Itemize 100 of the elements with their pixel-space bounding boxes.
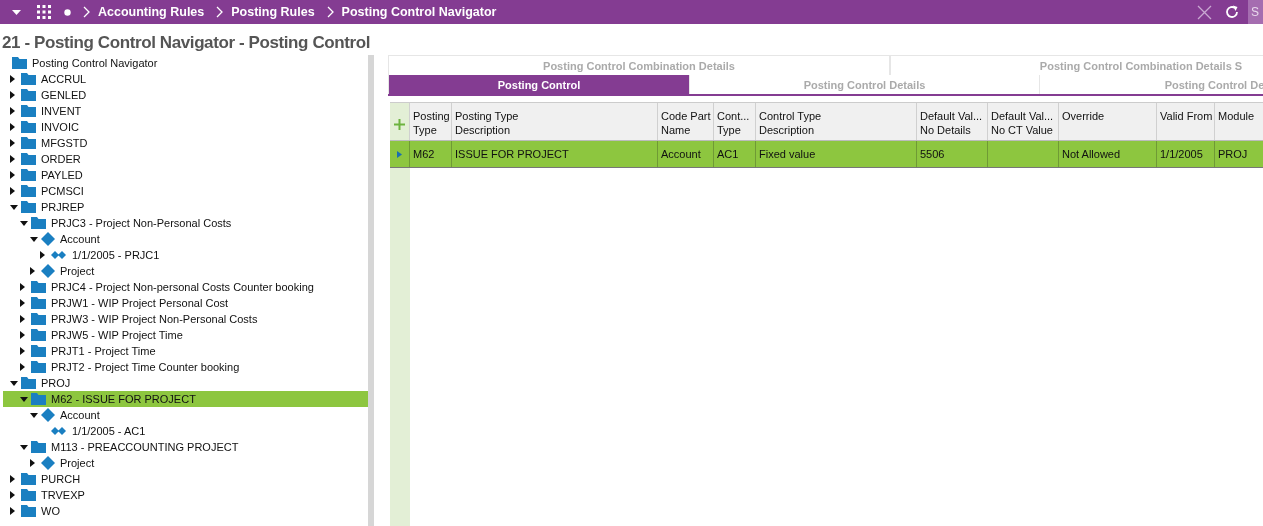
table-cell: 1/1/2005 [1160,148,1203,160]
collapse-arrow-icon[interactable] [10,139,15,147]
refresh-icon[interactable] [1224,4,1240,20]
collapse-arrow-icon[interactable] [20,363,25,371]
collapse-arrow-icon[interactable] [20,299,25,307]
tree-item[interactable]: Project [60,265,95,277]
tree-item[interactable]: PRJREP [41,201,85,213]
collapse-arrow-icon[interactable] [20,331,25,339]
tree-item[interactable]: ORDER [41,153,81,165]
folder-icon [21,89,36,101]
tree-item[interactable]: Account [60,409,100,421]
folder-icon [21,377,36,389]
collapse-arrow-icon[interactable] [30,459,35,467]
collapse-arrow-icon[interactable] [40,251,45,259]
folder-icon [31,441,46,453]
tree-item[interactable]: PURCH [41,473,81,485]
folder-icon [21,473,36,485]
tree-item[interactable]: PRJW3 - WIP Project Non-Personal Costs [51,313,258,325]
collapse-arrow-icon[interactable] [10,491,15,499]
tree-item[interactable]: INVOIC [41,121,79,133]
collapse-arrow-icon[interactable] [10,107,15,115]
close-icon[interactable] [1197,4,1212,20]
tree-item[interactable]: WO [41,505,60,517]
folder-icon [12,57,27,69]
column-header[interactable]: Posting Type Description [452,103,658,140]
folder-icon [31,329,46,341]
column-header[interactable]: Cont... Type [714,103,756,140]
tab[interactable]: Posting Control [388,75,689,94]
tree-item[interactable]: PAYLED [41,169,83,181]
caret-down-icon[interactable] [12,9,21,15]
app-grid-icon[interactable] [37,5,51,19]
tree-item[interactable]: PROJ [41,377,71,389]
tree-item[interactable]: PCMSCI [41,185,84,197]
column-header[interactable]: Valid From [1157,103,1215,140]
folder-icon [21,169,36,181]
tree-item[interactable]: TRVEXP [41,489,85,501]
table-cell: 5506 [920,148,945,160]
search-field[interactable]: S [1248,0,1263,24]
collapse-arrow-icon[interactable] [30,267,35,275]
page-title: 21 - Posting Control Navigator - Posting Control [1,32,372,50]
column-header[interactable]: Posting Type [410,103,452,140]
chevron-icon [216,6,224,18]
column-header[interactable]: Code Part Name [658,103,714,140]
column-header[interactable]: Module [1215,103,1263,140]
breadcrumb-link[interactable]: Posting Rules [231,5,315,19]
column-header[interactable]: Default Val... No Details [917,103,988,140]
tree-item[interactable]: M113 - PREACCOUNTING PROJECT [51,441,239,453]
tree-item[interactable]: Project [60,457,95,469]
tree-item[interactable]: 1/1/2005 - PRJC1 [72,249,160,261]
column-header[interactable]: Override [1059,103,1157,140]
tree-item[interactable]: PRJW5 - WIP Project Time [51,329,183,341]
expand-arrow-icon[interactable] [30,412,38,418]
expand-arrow-icon[interactable] [20,220,28,226]
dot-icon[interactable] [64,8,71,16]
table-cell: AC1 [717,148,739,160]
tree-item[interactable]: PRJW1 - WIP Project Personal Cost [51,297,229,309]
table-cell: Account [661,148,701,160]
tree-item[interactable]: PRJT2 - Project Time Counter booking [51,361,240,373]
breadcrumb-link[interactable]: Accounting Rules [98,5,205,19]
tree-item[interactable]: ACCRUL [41,73,87,85]
tree-item[interactable]: PRJT1 - Project Time [51,345,156,357]
folder-icon [31,313,46,325]
tree-item[interactable]: MFGSTD [41,137,88,149]
expand-arrow-icon[interactable] [10,380,18,386]
breadcrumb-link[interactable]: Posting Control Navigator [341,5,497,19]
table-row[interactable]: M62 ISSUE FOR PROJECT Account AC1 Fixed value 5506 Not Allowed 1/1/2005 PROJ [390,141,1263,168]
collapse-arrow-icon[interactable] [10,187,15,195]
column-header[interactable]: Control Type Description [756,103,917,140]
column-header[interactable]: Default Val... No CT Value [988,103,1059,140]
diamond-icon [41,232,55,246]
collapse-arrow-icon[interactable] [20,315,25,323]
table-cell: ISSUE FOR PROJECT [455,148,569,160]
collapse-arrow-icon[interactable] [10,91,15,99]
tree-item[interactable]: Posting Control Navigator [32,57,158,69]
tree-item[interactable]: PRJC4 - Project Non-personal Costs Counter booking [51,281,314,293]
tree-item[interactable]: INVENT [41,105,82,117]
collapse-arrow-icon[interactable] [10,171,15,179]
collapse-arrow-icon[interactable] [10,155,15,163]
tree-item[interactable]: M62 - ISSUE FOR PROJECT [51,393,196,405]
collapse-arrow-icon[interactable] [10,75,15,83]
expand-arrow-icon[interactable] [30,236,38,242]
folder-icon [21,201,36,213]
current-row-icon [397,150,402,158]
folder-icon [31,393,46,405]
folder-icon [31,345,46,357]
expand-arrow-icon[interactable] [20,444,28,450]
tree-item[interactable]: GENLED [41,89,87,101]
tree-item[interactable]: Account [60,233,100,245]
collapse-arrow-icon[interactable] [10,123,15,131]
collapse-arrow-icon[interactable] [20,283,25,291]
double-diamond-icon [51,427,67,435]
folder-icon [31,281,46,293]
expand-arrow-icon[interactable] [10,204,18,210]
tree-item[interactable]: PRJC3 - Project Non-Personal Costs [51,217,232,229]
collapse-arrow-icon[interactable] [20,347,25,355]
collapse-arrow-icon[interactable] [10,475,15,483]
expand-arrow-icon[interactable] [20,396,28,402]
folder-icon [31,217,46,229]
collapse-arrow-icon[interactable] [10,507,15,515]
tree-item[interactable]: 1/1/2005 - AC1 [72,425,146,437]
